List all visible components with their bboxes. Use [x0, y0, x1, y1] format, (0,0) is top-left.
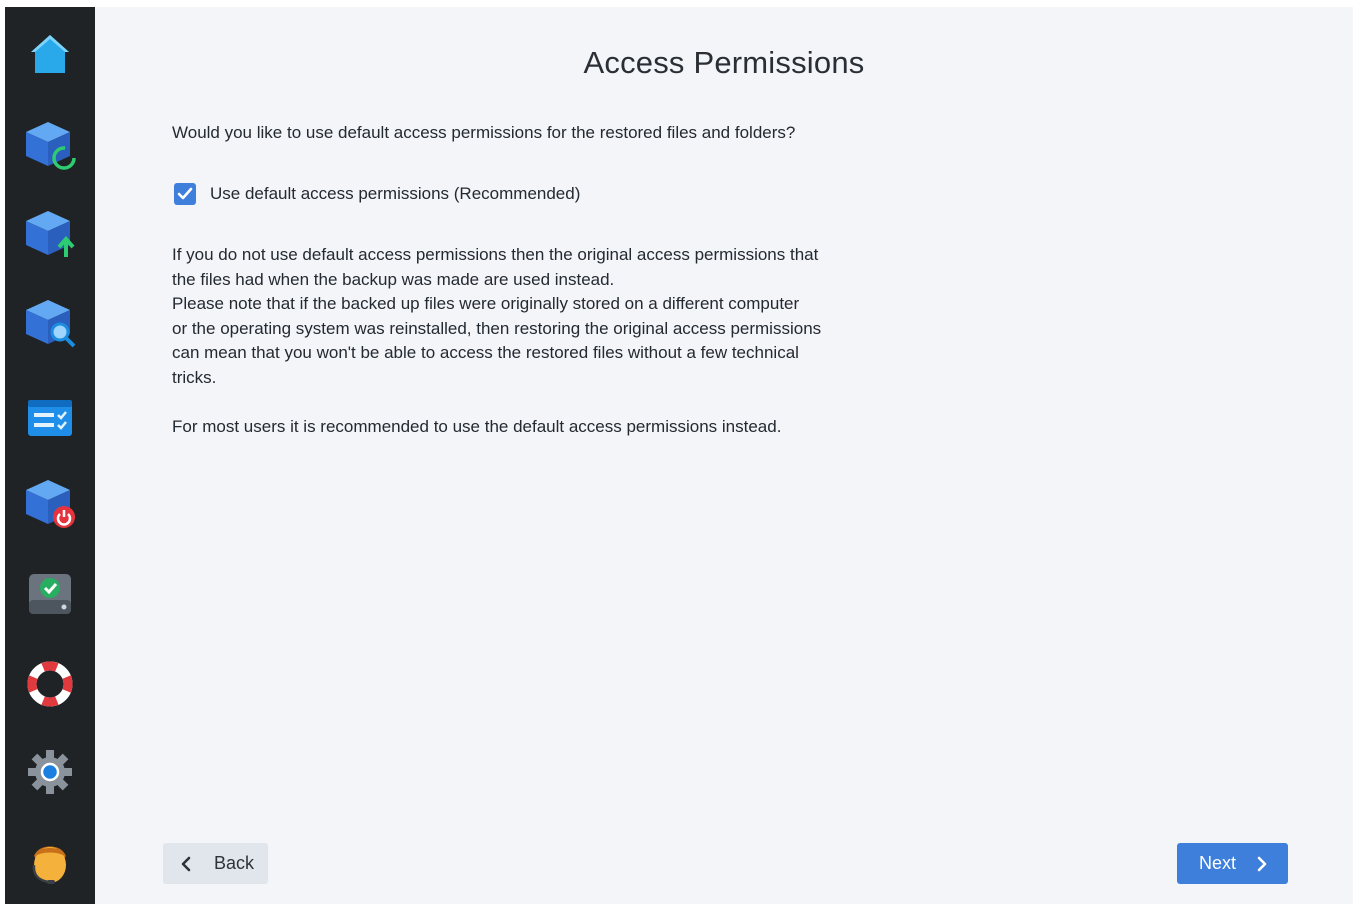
- home-icon: [31, 35, 69, 73]
- page-title: Access Permissions: [583, 45, 865, 80]
- sidebar-item-shutdown[interactable]: [18, 472, 82, 532]
- tasks-icon: [28, 400, 72, 436]
- default-permissions-label[interactable]: Use default access permissions (Recommen…: [210, 184, 580, 204]
- sidebar-item-disk-check[interactable]: [18, 563, 82, 623]
- explanation-line: can mean that you won't be able to acces…: [172, 343, 799, 362]
- chevron-right-icon: [1257, 856, 1267, 871]
- disk-check-icon: [29, 574, 71, 614]
- default-permissions-checkbox[interactable]: [174, 183, 196, 205]
- back-button[interactable]: Back: [163, 843, 268, 884]
- explanation-text: If you do not use default access permiss…: [172, 243, 872, 390]
- explanation-line: or the operating system was reinstalled,…: [172, 318, 822, 338]
- sidebar-item-backup[interactable]: [18, 203, 82, 263]
- sidebar-item-user[interactable]: [18, 832, 82, 892]
- chevron-left-icon: [181, 856, 191, 871]
- sidebar-item-help[interactable]: [18, 654, 82, 714]
- settings-icon: [28, 750, 72, 794]
- next-button-label: Next: [1199, 853, 1237, 873]
- help-icon: [27, 661, 73, 707]
- explanation-line: Please note that if the backed up files …: [172, 294, 800, 313]
- sidebar-item-explore[interactable]: [18, 292, 82, 352]
- checkmark-icon: [177, 187, 193, 200]
- sidebar-item-tasks[interactable]: [18, 388, 82, 448]
- user-avatar-icon: [32, 846, 66, 884]
- explanation-line: tricks.: [172, 367, 217, 387]
- backup-icon: [26, 211, 75, 257]
- sidebar: [5, 7, 95, 904]
- explanation-line: If you do not use default access permiss…: [172, 245, 819, 264]
- sidebar-item-home[interactable]: [18, 24, 82, 84]
- explanation-line: the files had when the backup was made a…: [172, 269, 615, 289]
- shutdown-icon: [26, 480, 75, 528]
- default-permissions-option[interactable]: Use default access permissions (Recommen…: [174, 183, 580, 205]
- sidebar-item-settings[interactable]: [18, 742, 82, 802]
- question-text: Would you like to use default access per…: [172, 123, 796, 142]
- main-panel: Access Permissions Would you like to use…: [95, 7, 1353, 904]
- explore-icon: [26, 300, 76, 348]
- restore-icon: [26, 122, 76, 170]
- recommendation-text: For most users it is recommended to use …: [172, 417, 782, 436]
- back-button-label: Back: [214, 853, 255, 873]
- sidebar-item-restore[interactable]: [18, 114, 82, 174]
- next-button[interactable]: Next: [1177, 843, 1288, 884]
